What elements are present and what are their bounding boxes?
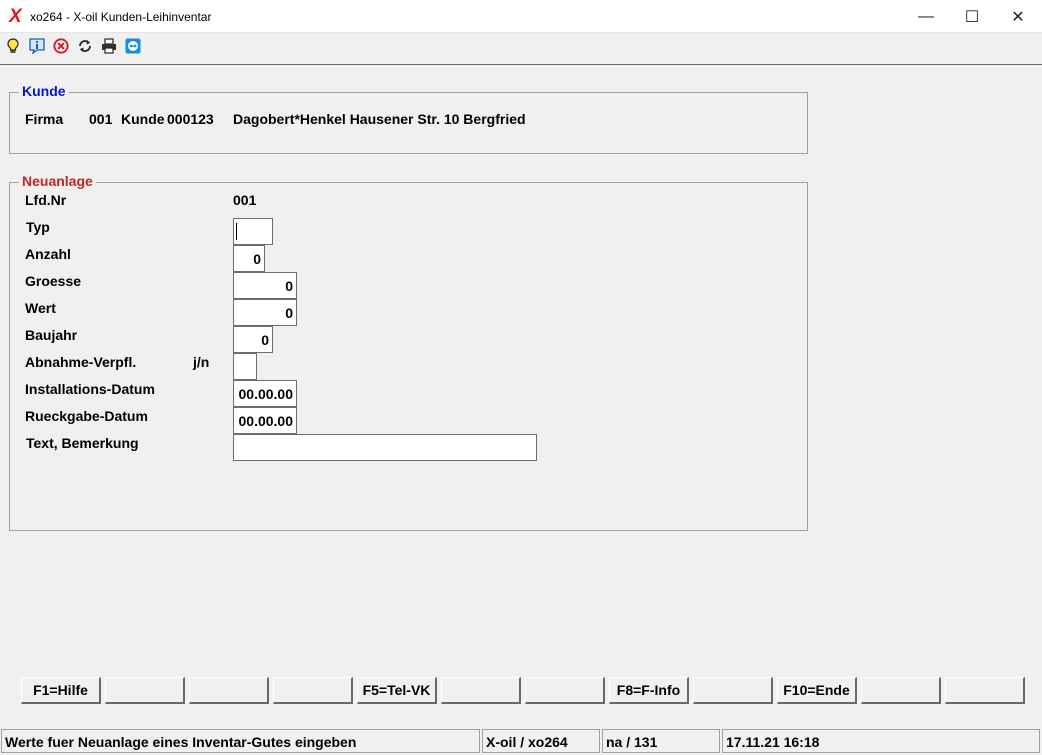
window-title: xo264 - X-oil Kunden-Leihinventar: [30, 10, 212, 24]
neuanlage-legend: Neuanlage: [19, 173, 96, 189]
status-datetime: 17.11.21 16:18: [722, 729, 1040, 753]
kunde-label: Kunde: [121, 111, 165, 127]
f7-button[interactable]: [525, 677, 605, 704]
installation-date-input[interactable]: 00.00.00: [233, 380, 297, 407]
f11-button[interactable]: [861, 677, 941, 704]
maximize-button[interactable]: ☐: [949, 0, 995, 33]
typ-label: Typ: [26, 219, 50, 235]
f8-f-info-button[interactable]: F8=F-Info: [609, 677, 689, 704]
installation-date-label: Installations-Datum: [25, 381, 155, 397]
kunde-number: 000123: [167, 111, 214, 127]
abnahme-input[interactable]: [233, 353, 257, 380]
groesse-label: Groesse: [25, 273, 82, 289]
baujahr-label: Baujahr: [25, 327, 78, 343]
f5-tel-vk-button[interactable]: F5=Tel-VK: [357, 677, 437, 704]
kunde-legend: Kunde: [19, 83, 69, 99]
f10-end-button[interactable]: F10=Ende: [777, 677, 857, 704]
f1-help-button[interactable]: F1=Hilfe: [21, 677, 101, 704]
lightbulb-icon[interactable]: [5, 38, 21, 54]
lfd-nr-label: Lfd.Nr: [25, 192, 67, 208]
firma-number: 001: [89, 111, 113, 127]
anzahl-label: Anzahl: [25, 246, 71, 262]
f9-button[interactable]: [693, 677, 773, 704]
info-icon[interactable]: [29, 38, 45, 54]
lfd-nr-value: 001: [233, 192, 257, 208]
kunde-name: Dagobert*Henkel Hausener Str. 10 Bergfri…: [233, 111, 526, 127]
status-user: na / 131: [602, 729, 720, 753]
text-caret: [236, 223, 237, 240]
app-logo-icon: X: [9, 6, 22, 27]
toolbar-divider: [0, 64, 1042, 65]
typ-input[interactable]: [233, 218, 273, 245]
teamviewer-icon[interactable]: [125, 38, 141, 54]
close-button[interactable]: ✕: [995, 0, 1041, 33]
toolbar: [0, 34, 1042, 62]
f12-button[interactable]: [945, 677, 1025, 704]
wert-input[interactable]: 0: [233, 299, 297, 326]
rueckgabe-date-label: Rueckgabe-Datum: [25, 408, 148, 424]
f4-button[interactable]: [273, 677, 353, 704]
baujahr-input[interactable]: 0: [233, 326, 273, 353]
f3-button[interactable]: [189, 677, 269, 704]
minimize-button[interactable]: —: [903, 0, 949, 33]
print-icon[interactable]: [101, 38, 117, 54]
anzahl-input[interactable]: 0: [233, 245, 265, 272]
rueckgabe-date-input[interactable]: 00.00.00: [233, 407, 297, 434]
text-bemerkung-label: Text, Bemerkung: [26, 435, 139, 451]
f2-button[interactable]: [105, 677, 185, 704]
cancel-icon[interactable]: [53, 38, 69, 54]
text-bemerkung-input[interactable]: [233, 434, 537, 461]
status-program: X-oil / xo264: [482, 729, 600, 753]
f6-button[interactable]: [441, 677, 521, 704]
wert-label: Wert: [25, 300, 56, 316]
title-bar: X xo264 - X-oil Kunden-Leihinventar — ☐ …: [0, 0, 1042, 33]
abnahme-hint: j/n: [193, 354, 210, 370]
abnahme-label: Abnahme-Verpfl.: [25, 354, 137, 370]
status-message: Werte fuer Neuanlage eines Inventar-Gute…: [1, 729, 480, 753]
groesse-input[interactable]: 0: [233, 272, 297, 299]
refresh-icon[interactable]: [77, 38, 93, 54]
firma-label: Firma: [25, 111, 64, 127]
